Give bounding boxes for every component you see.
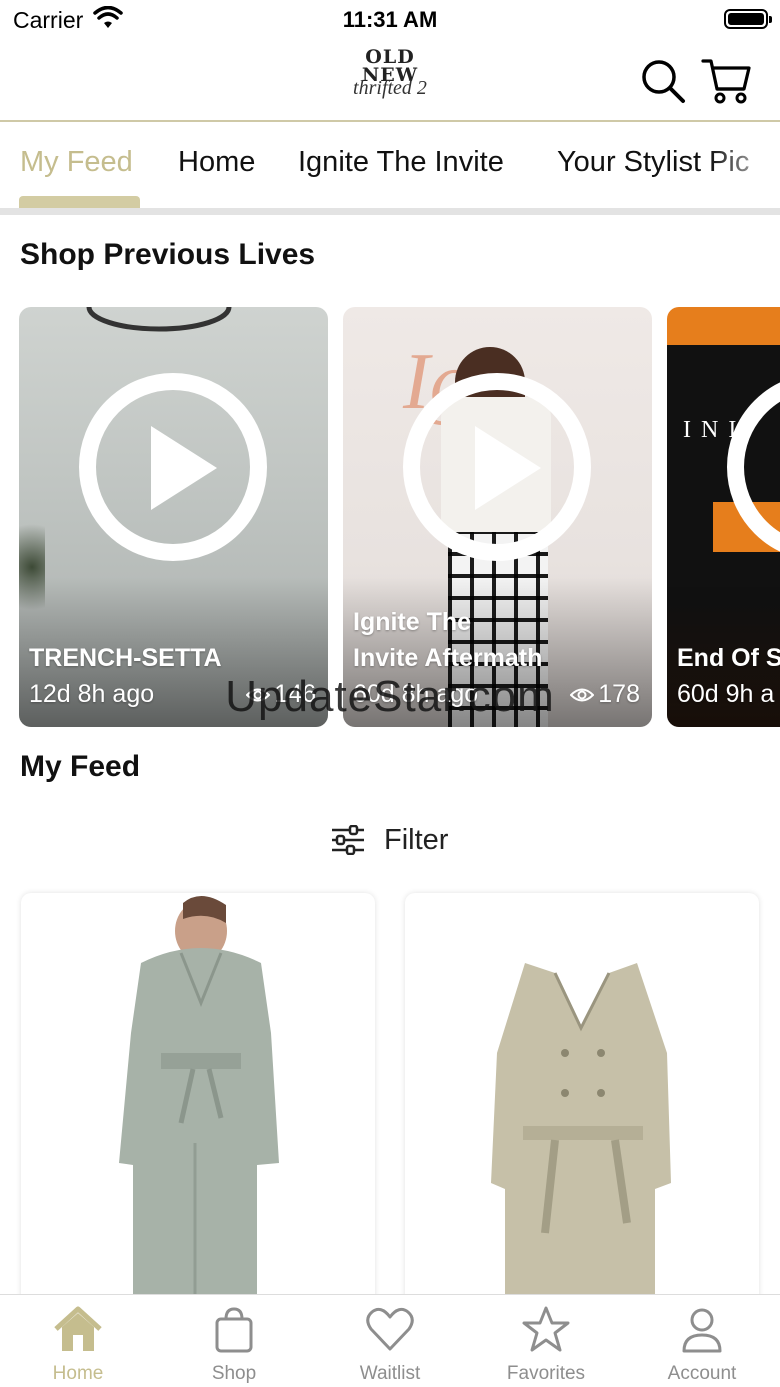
person-icon [682, 1308, 722, 1353]
nav-favorites[interactable]: Favorites [468, 1295, 624, 1387]
live-title: End Of S [677, 644, 780, 672]
tab-ignite-the-invite[interactable]: Ignite The Invite [298, 146, 504, 179]
nav-account[interactable]: Account [624, 1295, 780, 1387]
battery-icon [724, 9, 772, 29]
feed-section-title: My Feed [20, 750, 141, 783]
bottom-nav: Home Shop Waitlist Favorites Account [0, 1294, 780, 1387]
play-icon[interactable] [79, 373, 267, 561]
nav-waitlist[interactable]: Waitlist [312, 1295, 468, 1387]
product-card[interactable] [21, 893, 375, 1313]
live-card[interactable]: Ig Ignite The Invite Aftermath 60d 8h ag… [343, 307, 652, 727]
lives-section-title: Shop Previous Lives [20, 238, 316, 271]
heart-icon [366, 1307, 414, 1351]
cart-icon[interactable] [700, 55, 752, 107]
divider [0, 208, 780, 215]
product-card[interactable] [405, 893, 759, 1313]
watermark: UpdateStar.com [225, 672, 555, 721]
live-title: TRENCH-SETTA [29, 644, 222, 672]
active-tab-indicator [19, 196, 140, 208]
nav-home[interactable]: Home [0, 1295, 156, 1387]
tab-home[interactable]: Home [178, 146, 255, 179]
live-card[interactable]: INI End Of S 60d 9h a [667, 307, 780, 727]
home-icon [54, 1306, 102, 1351]
live-title: Ignite The Invite Aftermath [353, 608, 543, 672]
star-icon [522, 1306, 570, 1352]
product-image [491, 963, 671, 1313]
tab-my-feed[interactable]: My Feed [20, 146, 133, 179]
search-icon[interactable] [640, 58, 686, 104]
app-header: OLD NEW thrifted 2 [0, 40, 780, 122]
lives-carousel[interactable]: TRENCH-SETTA 12d 8h ago 146 Ig Ignite Th… [19, 307, 780, 727]
sliders-icon [332, 825, 364, 855]
clock: 11:31 AM [342, 7, 438, 32]
product-image [119, 895, 279, 1313]
mirror-graphic [86, 307, 232, 332]
category-tabs: My Feed Home Ignite The Invite Your Styl… [0, 124, 780, 212]
live-card[interactable]: TRENCH-SETTA 12d 8h ago 146 [19, 307, 328, 727]
brand-logo[interactable]: OLD NEW thrifted 2 [340, 48, 440, 116]
nav-shop[interactable]: Shop [156, 1295, 312, 1387]
filter-button[interactable]: Filter [330, 820, 448, 860]
status-bar: Carrier 11:31 AM [0, 0, 780, 40]
bag-icon [215, 1307, 253, 1353]
play-icon[interactable] [403, 373, 591, 561]
